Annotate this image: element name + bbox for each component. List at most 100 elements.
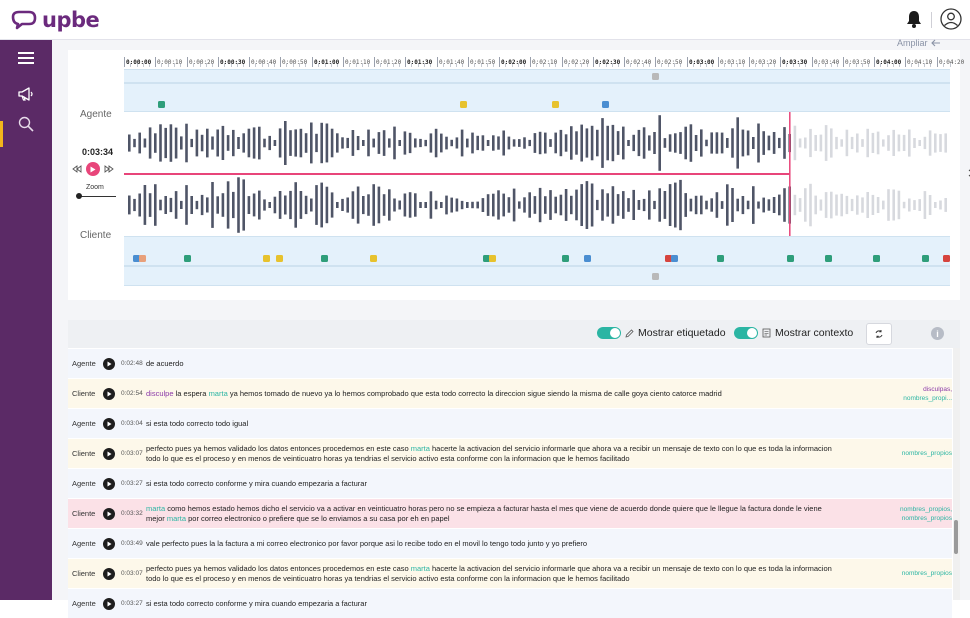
waveform-bar xyxy=(507,136,511,150)
waveform-bar xyxy=(351,191,355,219)
transcript-row[interactable]: Cliente 0:03:07 perfecto pues ya hemos val… xyxy=(68,559,952,588)
row-play-button[interactable] xyxy=(103,477,115,490)
fast-forward-icon[interactable] xyxy=(104,160,114,178)
waveform-bar xyxy=(148,193,152,217)
waveform-bar xyxy=(133,198,136,212)
event-marker[interactable] xyxy=(321,255,328,262)
transcript-row[interactable]: Agente 0:03:04 si esta todo correcto todo … xyxy=(68,409,952,438)
hamburger-menu-icon[interactable] xyxy=(14,46,38,70)
ruler-tick xyxy=(124,57,125,67)
waveform-bar xyxy=(382,130,386,156)
main-content: Ampliar 0:00:00 0:00:10 0:00:20 0:00:30 0:00… xyxy=(52,38,970,618)
tag-label[interactable]: nombres_propios xyxy=(832,569,952,578)
event-marker[interactable] xyxy=(584,255,591,262)
waveform-bar xyxy=(164,127,167,159)
waveform-bar xyxy=(263,199,266,211)
waveform-bar xyxy=(398,140,401,146)
logo[interactable]: upbe xyxy=(10,8,100,32)
toggle-show-tags[interactable]: Mostrar etiquetado xyxy=(597,327,726,339)
tag-label[interactable]: nombres_propi... xyxy=(832,394,952,403)
waveform-bar xyxy=(226,135,230,151)
row-play-button[interactable] xyxy=(103,447,115,460)
zoom-slider[interactable] xyxy=(78,196,116,197)
ruler-tick xyxy=(593,57,594,67)
row-play-button[interactable] xyxy=(103,417,115,430)
waveform-bar xyxy=(408,132,412,154)
toggle-show-context[interactable]: Mostrar contexto xyxy=(734,327,853,339)
zoom-slider-knob[interactable] xyxy=(76,193,82,199)
transcript-row[interactable]: Agente 0:02:48 de acuerdo xyxy=(68,349,952,378)
row-play-button[interactable] xyxy=(103,537,115,550)
ruler-tick xyxy=(405,57,406,67)
waveform-bar xyxy=(304,133,308,153)
scrollbar-thumb[interactable] xyxy=(954,520,958,554)
row-play-button[interactable] xyxy=(103,567,115,580)
waveform-bar xyxy=(190,138,193,148)
event-marker[interactable] xyxy=(158,101,165,108)
bell-icon[interactable] xyxy=(906,10,922,33)
ruler-label: 0:00:10 xyxy=(157,59,183,66)
transcript-row[interactable]: Cliente 0:02:54 disculpe la espera marta y… xyxy=(68,379,952,408)
tag-label[interactable]: nombres_propios xyxy=(832,449,952,458)
waveform-bar xyxy=(174,191,178,219)
waveform-bar xyxy=(559,129,563,157)
tag-label[interactable]: disculpas, xyxy=(832,385,952,394)
tag-label[interactable]: nombres_propios, xyxy=(832,505,952,514)
event-marker[interactable] xyxy=(489,255,496,262)
event-marker[interactable] xyxy=(652,273,659,280)
waveform-bar xyxy=(424,202,427,208)
row-play-button[interactable] xyxy=(103,507,115,520)
waveform-bar xyxy=(232,129,235,157)
waveform-bar xyxy=(939,200,942,210)
rewind-icon[interactable] xyxy=(72,160,82,178)
toggle-switch[interactable] xyxy=(597,327,621,339)
event-marker[interactable] xyxy=(263,255,270,262)
waveform-bar xyxy=(710,198,713,212)
row-play-button[interactable] xyxy=(103,357,115,370)
megaphone-icon[interactable] xyxy=(14,82,38,106)
event-marker[interactable] xyxy=(787,255,794,262)
event-marker[interactable] xyxy=(276,255,283,262)
tag-label[interactable]: nombres_propios xyxy=(832,514,952,523)
waveform-bar xyxy=(731,128,734,158)
event-marker[interactable] xyxy=(652,73,659,80)
event-marker[interactable] xyxy=(825,255,832,262)
toggle-switch[interactable] xyxy=(734,327,758,339)
waveform-bar xyxy=(622,126,625,160)
event-marker[interactable] xyxy=(602,101,609,108)
event-marker[interactable] xyxy=(184,255,191,262)
transcript-row[interactable]: Cliente 0:03:32 marta como hemos estado he… xyxy=(68,499,952,528)
waveform-bar xyxy=(715,132,719,154)
event-marker[interactable] xyxy=(460,101,467,108)
waveform-bar xyxy=(393,198,396,212)
info-icon[interactable]: i xyxy=(931,327,944,340)
user-circle-icon[interactable] xyxy=(940,8,962,35)
waveform[interactable] xyxy=(124,112,950,236)
event-marker[interactable] xyxy=(562,255,569,262)
row-play-button[interactable] xyxy=(103,387,115,400)
ampliar-button[interactable]: Ampliar xyxy=(897,38,941,48)
event-marker[interactable] xyxy=(552,101,559,108)
waveform-bar xyxy=(518,139,521,147)
event-marker[interactable] xyxy=(717,255,724,262)
event-marker[interactable] xyxy=(873,255,880,262)
search-icon[interactable] xyxy=(14,112,38,136)
play-button[interactable] xyxy=(86,162,100,176)
waveform-bar xyxy=(242,179,245,231)
transcript-row[interactable]: Cliente 0:03:07 perfecto pues ya hemos val… xyxy=(68,439,952,468)
transcript-row[interactable]: Agente 0:03:49 vale perfecto pues la la fa… xyxy=(68,529,952,558)
event-marker[interactable] xyxy=(370,255,377,262)
event-marker[interactable] xyxy=(943,255,950,262)
transcript-row[interactable]: Agente 0:03:27 si esta todo correcto confo… xyxy=(68,589,952,618)
sync-button[interactable] xyxy=(866,323,892,345)
event-marker[interactable] xyxy=(922,255,929,262)
event-marker[interactable] xyxy=(139,255,146,262)
waveform-bar xyxy=(486,140,490,146)
scrollbar-track[interactable] xyxy=(953,348,960,600)
waveform-bar xyxy=(658,115,661,171)
transcript-row[interactable]: Agente 0:03:27 si esta todo correcto confo… xyxy=(68,469,952,498)
row-play-button[interactable] xyxy=(103,597,115,610)
waveform-bar xyxy=(840,139,843,147)
event-marker[interactable] xyxy=(671,255,678,262)
waveform-bar xyxy=(232,191,235,219)
